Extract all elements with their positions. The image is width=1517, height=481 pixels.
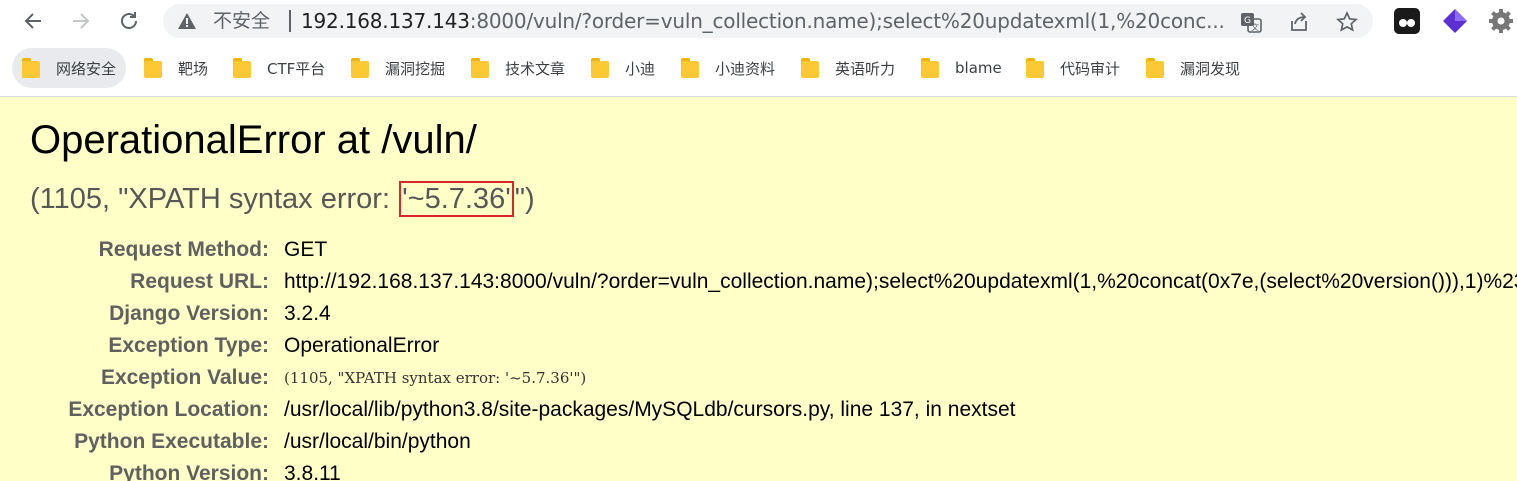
bookmark-label: 英语听力	[835, 59, 896, 78]
meta-key: Django Version:	[109, 302, 269, 325]
omnibox-divider	[289, 10, 291, 32]
meta-key: Python Executable:	[74, 430, 269, 453]
forward-button[interactable]	[66, 6, 96, 36]
bookmark-folder[interactable]: 代码审计	[1016, 48, 1130, 88]
bookmark-label: 小迪资料	[715, 59, 776, 78]
share-icon[interactable]	[1287, 10, 1311, 34]
extension-gear-icon[interactable]	[1488, 8, 1514, 34]
arrow-right-icon	[73, 13, 90, 29]
error-message: (1105, "XPATH syntax error: '~5.7.36' ")	[30, 181, 535, 217]
error-message-prefix: (1105, "XPATH syntax error:	[30, 183, 399, 215]
meta-value: (1105, "XPATH syntax error: '~5.7.36'")	[284, 369, 587, 387]
error-message-suffix: ")	[514, 183, 535, 215]
folder-icon	[471, 58, 489, 78]
bookmark-folder[interactable]: blame	[911, 48, 1012, 88]
meta-row-exception-type: Exception Type: OperationalError	[0, 330, 1517, 362]
bookmark-folder[interactable]: 靶场	[134, 48, 218, 88]
meta-key: Request Method:	[98, 238, 269, 261]
meta-value: /usr/local/bin/python	[284, 430, 471, 453]
svg-text:文: 文	[1251, 22, 1259, 32]
folder-icon	[351, 58, 369, 78]
folder-icon	[233, 58, 251, 78]
arrow-left-icon	[24, 13, 41, 29]
extension-diamond-icon[interactable]	[1442, 8, 1468, 34]
reload-icon	[121, 12, 137, 29]
django-error-page: OperationalError at /vuln/ (1105, "XPATH…	[0, 97, 1517, 481]
bookmark-folder[interactable]: 小迪资料	[671, 48, 785, 88]
meta-key: Exception Location:	[68, 398, 269, 421]
meta-value: 3.2.4	[284, 302, 331, 325]
error-version-highlight: '~5.7.36'	[399, 181, 514, 217]
bookmark-label: CTF平台	[267, 59, 326, 78]
meta-row-django-version: Django Version: 3.2.4	[0, 298, 1517, 330]
meta-key: Exception Value:	[100, 366, 269, 389]
bookmark-folder[interactable]: 漏洞发现	[1136, 48, 1250, 88]
meta-row-python-executable: Python Executable: /usr/local/bin/python	[0, 426, 1517, 458]
meta-value: http://192.168.137.143:8000/vuln/?order=…	[284, 270, 1517, 293]
svg-text:G: G	[1244, 16, 1251, 26]
meta-row-request-method: Request Method: GET	[0, 234, 1517, 266]
meta-value: GET	[284, 238, 328, 261]
folder-icon	[921, 58, 939, 78]
folder-icon	[1026, 58, 1044, 78]
bookmark-label: 靶场	[178, 59, 209, 78]
page-title: OperationalError at /vuln/	[30, 118, 477, 162]
folder-icon	[1146, 58, 1164, 78]
bookmark-label: 漏洞发现	[1180, 59, 1241, 78]
meta-value: OperationalError	[284, 334, 440, 357]
browser-toolbar: 不安全 192.168.137.143:8000/vuln/?order=vul…	[0, 0, 1517, 42]
meta-value: /usr/local/lib/python3.8/site-packages/M…	[284, 398, 1016, 421]
url-host: 192.168.137.143	[301, 9, 470, 33]
meta-key: Python Version:	[109, 462, 269, 481]
warning-icon[interactable]	[177, 11, 197, 31]
url-text[interactable]: 192.168.137.143:8000/vuln/?order=vuln_co…	[301, 9, 1231, 33]
back-button[interactable]	[18, 6, 48, 36]
meta-value: 3.8.11	[284, 462, 341, 481]
extension-tampermonkey-icon[interactable]	[1394, 8, 1420, 34]
bookmark-folder[interactable]: 网络安全	[12, 48, 127, 88]
bookmark-label: 技术文章	[505, 59, 566, 78]
meta-row-request-url: Request URL: http://192.168.137.143:8000…	[0, 266, 1517, 298]
folder-icon	[144, 58, 162, 78]
folder-icon	[681, 58, 699, 78]
folder-icon	[801, 58, 819, 78]
security-label[interactable]: 不安全	[213, 10, 270, 32]
folder-icon	[22, 58, 40, 78]
address-bar[interactable]: 不安全 192.168.137.143:8000/vuln/?order=vul…	[163, 4, 1373, 38]
star-icon[interactable]	[1335, 10, 1359, 34]
bookmark-label: 网络安全	[56, 59, 117, 78]
bookmark-label: 漏洞挖掘	[385, 59, 446, 78]
meta-row-exception-location: Exception Location: /usr/local/lib/pytho…	[0, 394, 1517, 426]
bookmark-label: blame	[955, 59, 1002, 77]
bookmark-label: 小迪	[625, 59, 656, 78]
meta-row-python-version: Python Version: 3.8.11	[0, 458, 1517, 481]
meta-key: Exception Type:	[108, 334, 269, 357]
bookmark-folder[interactable]: CTF平台	[223, 48, 335, 88]
translate-icon[interactable]: G 文	[1239, 10, 1263, 34]
bookmark-folder[interactable]: 小迪	[581, 48, 665, 88]
bookmark-folder[interactable]: 技术文章	[461, 48, 575, 88]
meta-row-exception-value: Exception Value: (1105, "XPATH syntax er…	[0, 362, 1517, 394]
bookmarks-bar: 网络安全 靶场 CTF平台 漏洞挖掘 技术文章 小迪 小迪资料 英语听力 bla…	[0, 42, 1517, 97]
meta-key: Request URL:	[130, 270, 269, 293]
bookmark-folder[interactable]: 漏洞挖掘	[341, 48, 455, 88]
bookmark-folder[interactable]: 英语听力	[791, 48, 905, 88]
folder-icon	[591, 58, 609, 78]
url-path: :8000/vuln/?order=vuln_collection.name);…	[469, 9, 1225, 33]
bookmark-label: 代码审计	[1060, 59, 1121, 78]
reload-button[interactable]	[114, 6, 144, 36]
